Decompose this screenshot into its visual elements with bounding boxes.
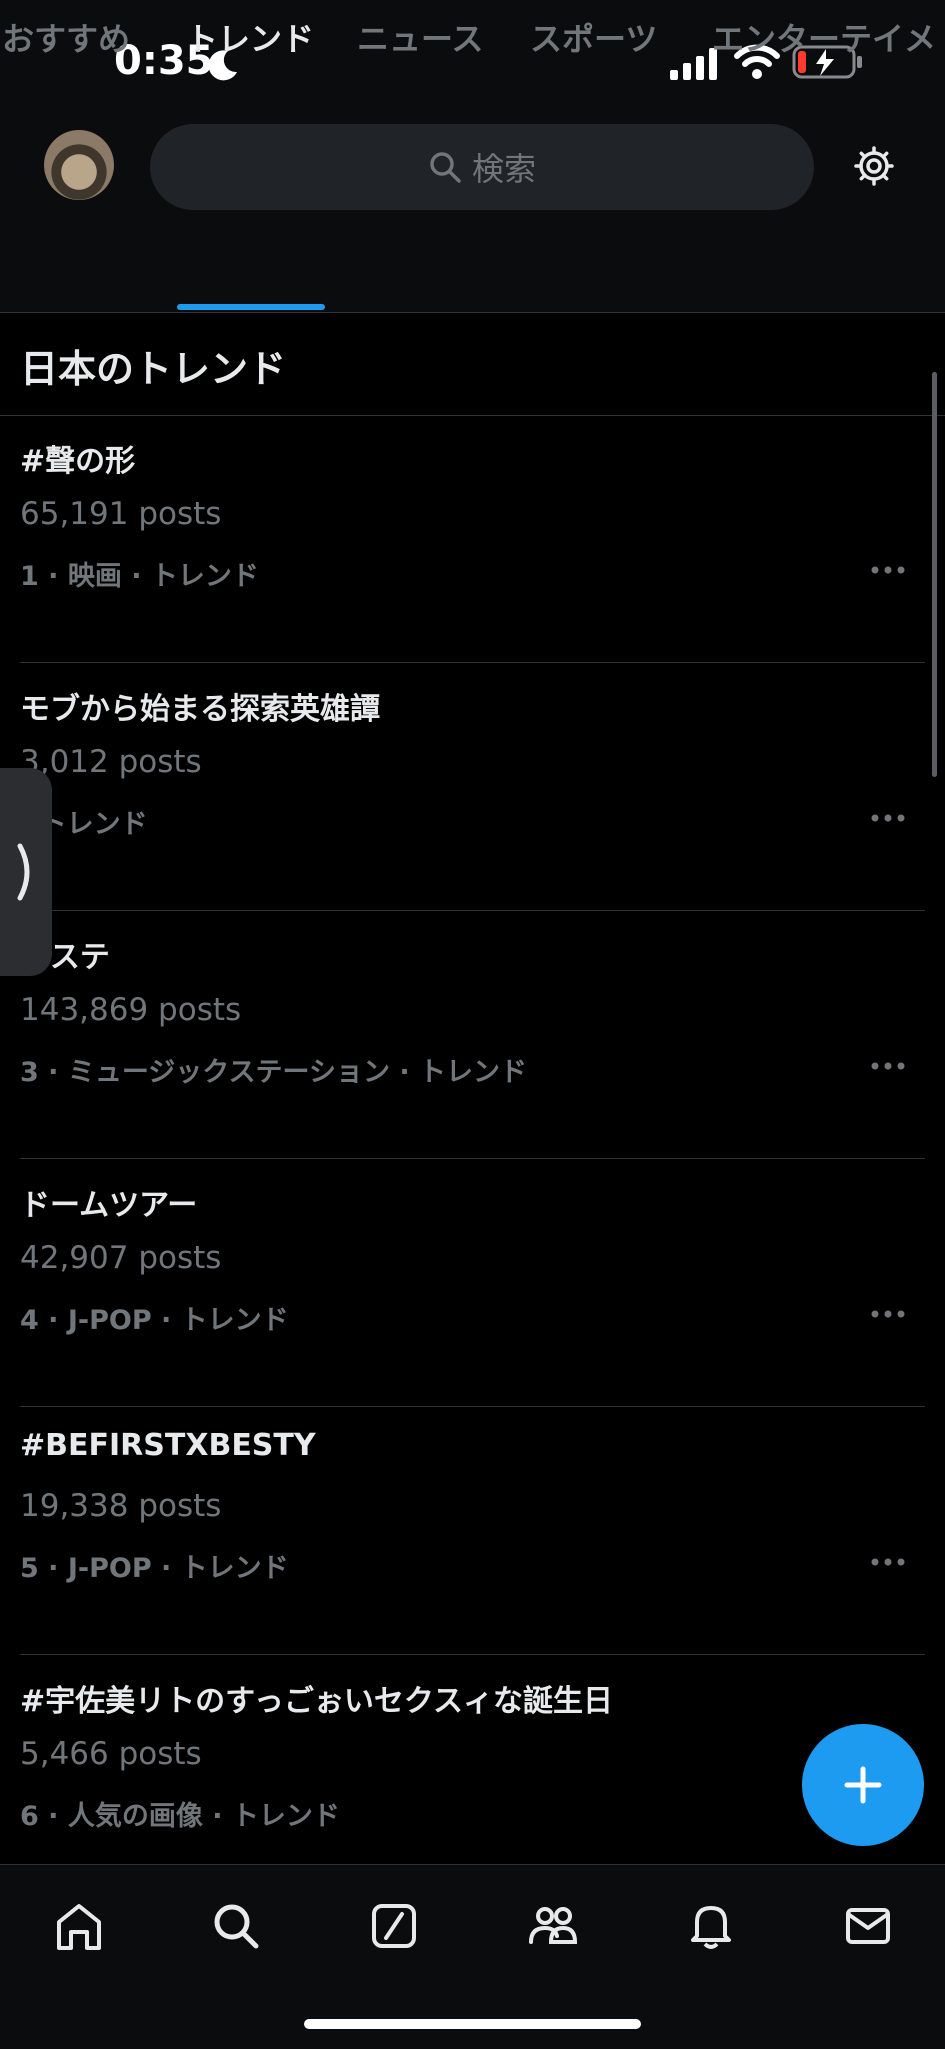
trend-post-count: 42,907 posts (20, 1240, 222, 1276)
home-indicator (304, 2019, 641, 2029)
trend-meta: 4 · J-POP · トレンド (20, 1305, 289, 1336)
divider (20, 1406, 925, 1407)
trend-name: モブから始まる探索英雄譚 (20, 692, 380, 727)
trend-post-count: 3,012 posts (20, 744, 202, 780)
tab-news[interactable]: ニュース (357, 14, 483, 60)
search-icon (214, 1904, 259, 1949)
search-placeholder: 検索 (471, 150, 536, 188)
nav-communities[interactable] (521, 1894, 585, 1958)
tab-bar (0, 230, 945, 313)
gear-icon[interactable] (852, 144, 896, 188)
more-icon[interactable] (870, 812, 906, 824)
tab-sports[interactable]: スポーツ (530, 14, 657, 60)
tab-trending[interactable]: トレンド (186, 14, 314, 60)
trend-item[interactable]: #聲の形 65,191 posts 1 · 映画 · トレンド (0, 416, 945, 663)
trend-item[interactable]: Mステ 143,869 posts 3 · ミュージックステーション · トレン… (0, 912, 945, 1159)
scrollbar[interactable] (932, 372, 937, 777)
chevron-right-icon (17, 843, 30, 901)
communities-icon (529, 1907, 578, 1944)
trend-meta: 1 · 映画 · トレンド (20, 561, 259, 592)
nav-notifications[interactable] (679, 1894, 743, 1958)
more-icon[interactable] (870, 1060, 906, 1072)
search-input[interactable]: 検索 (150, 124, 814, 210)
trend-name: ドームツアー (20, 1188, 198, 1223)
nav-grok[interactable] (362, 1894, 426, 1958)
divider (20, 1158, 925, 1159)
trend-item[interactable]: モブから始まる探索英雄譚 3,012 posts · トレンド (0, 664, 945, 911)
nav-messages[interactable] (836, 1894, 900, 1958)
compose-button[interactable] (802, 1724, 924, 1846)
tab-entertainment[interactable]: エンターテイメ (712, 14, 936, 60)
trend-name: #聲の形 (20, 444, 136, 479)
trend-item[interactable]: #BEFIRSTXBESTY 19,338 posts 5 · J-POP · … (0, 1408, 945, 1655)
avatar[interactable] (44, 130, 114, 200)
side-panel-handle[interactable] (0, 768, 52, 976)
more-icon[interactable] (870, 1308, 906, 1320)
trend-meta: 5 · J-POP · トレンド (20, 1553, 289, 1584)
more-icon[interactable] (870, 1556, 906, 1568)
trend-post-count: 65,191 posts (20, 496, 222, 532)
tab-recommended[interactable]: おすすめ (2, 14, 130, 60)
nav-home[interactable] (47, 1894, 111, 1958)
trend-item[interactable]: ドームツアー 42,907 posts 4 · J-POP · トレンド (0, 1160, 945, 1407)
divider (20, 1654, 925, 1655)
trend-post-count: 5,466 posts (20, 1736, 202, 1772)
divider (20, 662, 925, 663)
trend-name: #BEFIRSTXBESTY (20, 1428, 316, 1463)
trend-meta: 3 · ミュージックステーション · トレンド (20, 1057, 528, 1088)
trend-post-count: 19,338 posts (20, 1488, 222, 1524)
grok-icon (372, 1904, 416, 1948)
section-title: 日本のトレンド (20, 347, 287, 391)
more-icon[interactable] (870, 564, 906, 576)
trend-post-count: 143,869 posts (20, 992, 242, 1028)
home-icon (57, 1904, 101, 1950)
bell-icon (691, 1906, 731, 1949)
tab-indicator (177, 304, 325, 310)
divider (20, 910, 925, 911)
plus-icon (844, 1766, 882, 1804)
search-icon (430, 152, 461, 183)
mail-icon (846, 1908, 890, 1944)
trend-name: #宇佐美リトのすっごぉいセクスィな誕生日 (20, 1684, 614, 1719)
trend-meta: 6 · 人気の画像 · トレンド (20, 1801, 340, 1832)
nav-explore[interactable] (204, 1894, 268, 1958)
